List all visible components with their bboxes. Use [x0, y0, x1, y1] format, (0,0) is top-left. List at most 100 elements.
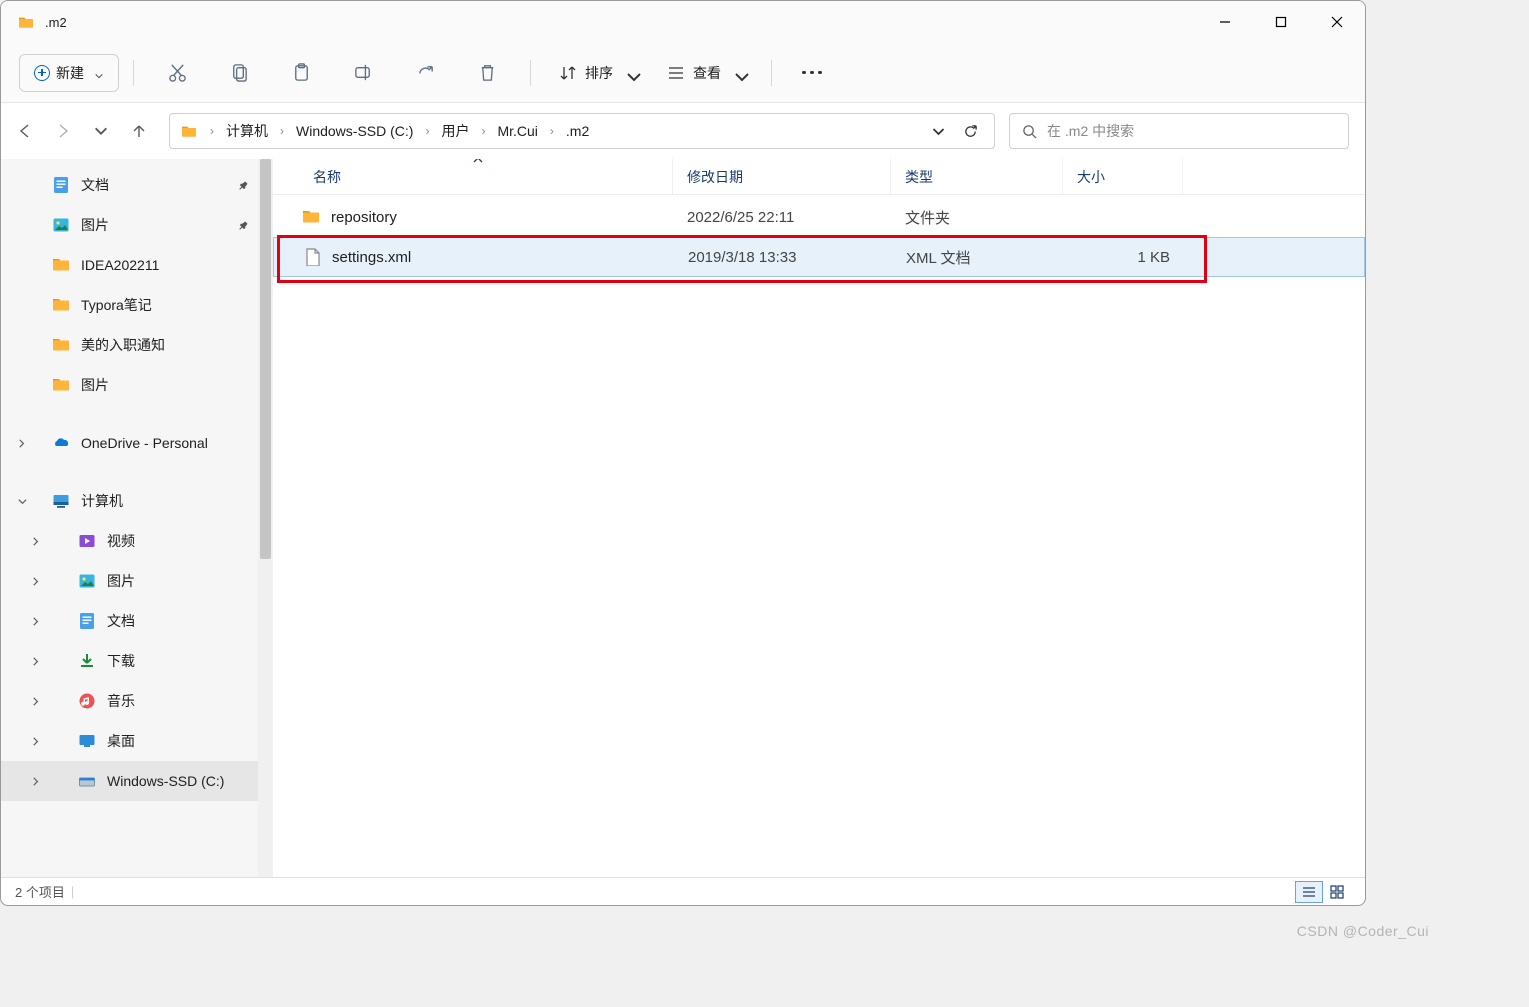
file-name: repository: [331, 209, 397, 226]
thumbnails-view-button[interactable]: [1323, 881, 1351, 903]
video-icon: [77, 533, 97, 549]
folder-icon: [180, 124, 198, 138]
separator: [530, 60, 531, 86]
file-date: 2019/3/18 13:33: [674, 249, 892, 266]
col-size[interactable]: 大小: [1063, 159, 1183, 194]
paste-button[interactable]: [272, 54, 330, 92]
recent-button[interactable]: [93, 123, 109, 139]
back-button[interactable]: [17, 123, 33, 139]
sort-label: 排序: [585, 63, 613, 83]
sidebar-label: 美的入职通知: [81, 335, 165, 355]
sidebar-item-onedrive[interactable]: OneDrive - Personal: [1, 423, 273, 463]
view-button[interactable]: 查看: [653, 54, 757, 92]
file-name: settings.xml: [332, 249, 411, 266]
share-button[interactable]: [396, 54, 454, 92]
col-date[interactable]: 修改日期: [673, 159, 891, 194]
toolbar: 新建 排序 查看: [1, 43, 1365, 103]
sidebar-item[interactable]: 图片: [1, 561, 273, 601]
address-bar[interactable]: › 计算机 › Windows-SSD (C:) › 用户 › Mr.Cui ›…: [169, 113, 995, 149]
sidebar-item[interactable]: IDEA202211: [1, 245, 273, 285]
file-row[interactable]: repository2022/6/25 22:11文件夹: [273, 197, 1365, 237]
up-button[interactable]: [131, 123, 147, 139]
close-button[interactable]: [1309, 1, 1365, 43]
file-row[interactable]: settings.xml2019/3/18 13:33XML 文档1 KB: [273, 237, 1365, 277]
breadcrumb[interactable]: Mr.Cui: [493, 123, 541, 139]
expand-icon[interactable]: [29, 574, 43, 588]
collapse-icon[interactable]: [15, 494, 29, 508]
img-icon: [51, 217, 71, 233]
nav-buttons: [17, 123, 155, 139]
separator: [771, 60, 772, 86]
sidebar-label: 图片: [81, 215, 109, 235]
breadcrumb-sep: ›: [477, 124, 489, 138]
expand-icon[interactable]: [29, 654, 43, 668]
computer-icon: [51, 493, 71, 509]
cut-button[interactable]: [148, 54, 206, 92]
sidebar-label: OneDrive - Personal: [81, 435, 208, 451]
img-icon: [77, 573, 97, 589]
file-date: 2022/6/25 22:11: [673, 209, 891, 226]
sidebar-item[interactable]: 美的入职通知: [1, 325, 273, 365]
sidebar: 文档图片IDEA202211Typora笔记美的入职通知图片 OneDrive …: [1, 159, 273, 877]
sidebar-item[interactable]: 桌面: [1, 721, 273, 761]
sidebar-item[interactable]: 音乐: [1, 681, 273, 721]
sort-asc-icon: [473, 159, 483, 163]
titlebar: .m2: [1, 1, 1365, 43]
file-list: repository2022/6/25 22:11文件夹settings.xml…: [273, 195, 1365, 877]
search-input[interactable]: [1047, 123, 1336, 139]
minimize-button[interactable]: [1197, 1, 1253, 43]
expand-icon[interactable]: [29, 534, 43, 548]
refresh-button[interactable]: [956, 124, 984, 139]
sidebar-label: 桌面: [107, 731, 135, 751]
breadcrumb[interactable]: 用户: [437, 121, 473, 141]
expand-icon[interactable]: [29, 774, 43, 788]
sidebar-label: Windows-SSD (C:): [107, 773, 224, 789]
doc-icon: [77, 613, 97, 629]
breadcrumb[interactable]: Windows-SSD (C:): [292, 123, 417, 139]
sidebar-label: 音乐: [107, 691, 135, 711]
sidebar-item[interactable]: Typora笔记: [1, 285, 273, 325]
sidebar-item[interactable]: 图片: [1, 205, 273, 245]
sidebar-item[interactable]: 文档: [1, 601, 273, 641]
more-button[interactable]: [786, 71, 838, 74]
breadcrumb[interactable]: 计算机: [222, 121, 272, 141]
search-box[interactable]: [1009, 113, 1349, 149]
sidebar-item[interactable]: 视频: [1, 521, 273, 561]
breadcrumb[interactable]: .m2: [562, 123, 593, 139]
file-size: 1 KB: [1064, 249, 1184, 266]
content-pane: 名称 修改日期 类型 大小 repository2022/6/25 22:11文…: [273, 159, 1365, 877]
delete-button[interactable]: [458, 54, 516, 92]
breadcrumb-sep: ›: [206, 124, 218, 138]
sidebar-label: 计算机: [81, 491, 123, 511]
sort-button[interactable]: 排序: [545, 54, 649, 92]
folder-icon: [51, 377, 71, 393]
expand-icon[interactable]: [15, 436, 29, 450]
music-icon: [77, 693, 97, 709]
sidebar-item[interactable]: 图片: [1, 365, 273, 405]
pin-icon: [237, 179, 249, 191]
sidebar-scrollbar[interactable]: [258, 159, 273, 877]
sidebar-item-computer[interactable]: 计算机: [1, 481, 273, 521]
sidebar-item[interactable]: 下载: [1, 641, 273, 681]
new-button[interactable]: 新建: [19, 54, 119, 92]
sidebar-item[interactable]: 文档: [1, 165, 273, 205]
sidebar-label: 文档: [81, 175, 109, 195]
history-dropdown[interactable]: [924, 124, 952, 139]
expand-icon[interactable]: [29, 614, 43, 628]
sidebar-label: IDEA202211: [81, 257, 159, 273]
details-view-button[interactable]: [1295, 881, 1323, 903]
sidebar-item[interactable]: Windows-SSD (C:): [1, 761, 273, 801]
copy-button[interactable]: [210, 54, 268, 92]
forward-button[interactable]: [55, 123, 71, 139]
explorer-window: .m2 新建 排序 查看: [0, 0, 1366, 906]
onedrive-icon: [51, 435, 71, 451]
chevron-down-icon: [733, 68, 743, 78]
expand-icon[interactable]: [29, 734, 43, 748]
maximize-button[interactable]: [1253, 1, 1309, 43]
folder-icon: [51, 257, 71, 273]
desk-icon: [77, 733, 97, 749]
col-name[interactable]: 名称: [273, 159, 673, 194]
rename-button[interactable]: [334, 54, 392, 92]
col-type[interactable]: 类型: [891, 159, 1063, 194]
expand-icon[interactable]: [29, 694, 43, 708]
